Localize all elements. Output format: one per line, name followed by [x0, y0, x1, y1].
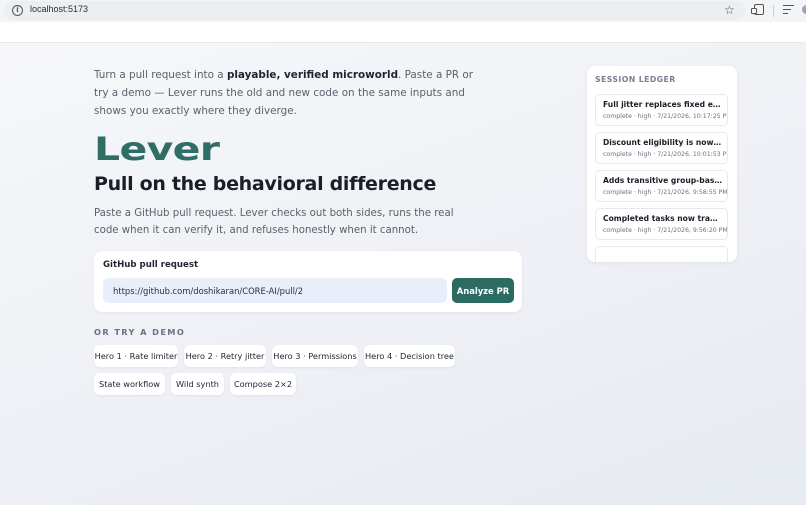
info-icon[interactable]: i: [12, 5, 23, 16]
ledger-item[interactable]: Discount eligibility is now flag-gated c…: [595, 132, 728, 164]
ledger-item-title: Completed tasks now transition different…: [603, 214, 723, 223]
ledger-item-meta: complete · high · 7/21/2026, 9:56:20 PM: [603, 227, 727, 234]
toolbar-divider: [773, 5, 774, 17]
pr-input-label: GitHub pull request: [103, 260, 199, 270]
intro-highlight: playable, verified microworld: [226, 69, 399, 81]
ledger-item-meta: complete · high · 7/21/2026, 9:58:55 PM: [603, 189, 727, 196]
intro-text: Turn a pull request into a playable, ver…: [94, 66, 474, 120]
demo-chip-wild-synth[interactable]: Wild synth: [171, 373, 224, 395]
url-text[interactable]: localhost:5173: [30, 4, 88, 14]
ledger-item-title: Full jitter replaces fixed exponential b…: [603, 100, 723, 109]
pr-form-card: GitHub pull request Analyze PR: [94, 251, 522, 312]
lever-logo: Lever: [94, 130, 220, 168]
app-header: [0, 22, 806, 43]
demo-heading: OR TRY A DEMO: [94, 327, 186, 337]
browser-toolbar: i localhost:5173 ☆: [0, 0, 806, 22]
reading-list-icon[interactable]: [783, 5, 794, 15]
demo-chip-state-workflow[interactable]: State workflow: [94, 373, 165, 395]
ledger-item-meta: complete · high · 7/21/2026, 10:01:53 PM: [603, 151, 727, 158]
page-description: Paste a GitHub pull request. Lever check…: [94, 208, 454, 236]
address-bar[interactable]: i localhost:5173: [4, 1, 746, 20]
page-title: Pull on the behavioral difference: [94, 173, 437, 195]
star-icon[interactable]: ☆: [724, 2, 735, 18]
ledger-title: SESSION LEDGER: [595, 75, 676, 84]
ledger-item-title: Adds transitive group-based resolution: [603, 176, 723, 185]
profile-avatar[interactable]: [802, 5, 806, 14]
ledger-item[interactable]: Full jitter replaces fixed exponential b…: [595, 94, 728, 126]
ledger-item-title: Discount eligibility is now flag-gated: [603, 138, 723, 147]
pr-url-input[interactable]: [103, 278, 447, 303]
demo-chip-rate-limiter[interactable]: Hero 1 · Rate limiter: [94, 345, 178, 367]
demo-chip-decision-tree[interactable]: Hero 4 · Decision tree: [364, 345, 455, 367]
ledger-item-meta: complete · high · 7/21/2026, 10:17:25 PM: [603, 113, 727, 120]
ledger-item-partial[interactable]: [595, 246, 728, 262]
ledger-item[interactable]: Adds transitive group-based resolution c…: [595, 170, 728, 202]
session-ledger: SESSION LEDGER Full jitter replaces fixe…: [587, 66, 737, 262]
demo-chip-permissions[interactable]: Hero 3 · Permissions: [272, 345, 358, 367]
demo-chip-compose[interactable]: Compose 2×2: [230, 373, 296, 395]
extensions-icon[interactable]: [751, 4, 764, 15]
intro-prefix: Turn a pull request into a: [94, 69, 227, 81]
ledger-item[interactable]: Completed tasks now transition different…: [595, 208, 728, 240]
analyze-pr-button[interactable]: Analyze PR: [452, 278, 514, 303]
demo-chip-retry-jitter[interactable]: Hero 2 · Retry jitter: [184, 345, 266, 367]
